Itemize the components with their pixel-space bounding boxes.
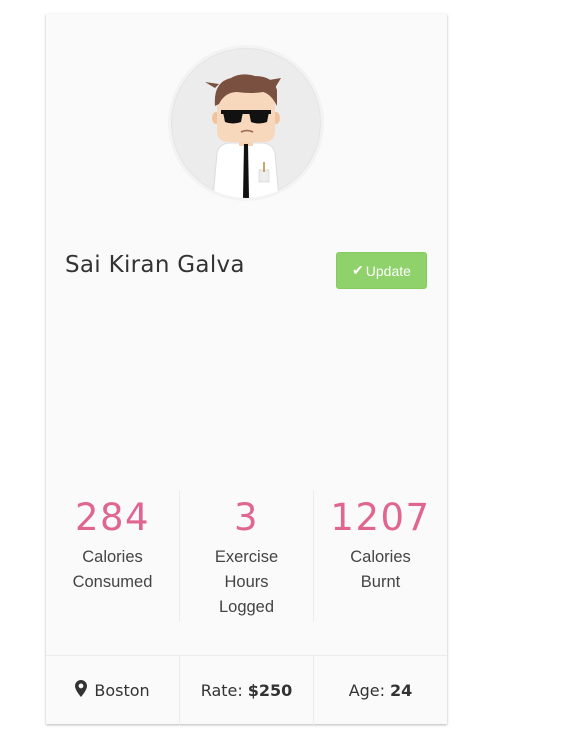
stat-calories-consumed: 284 Calories Consumed: [46, 490, 179, 622]
age-label: Age:: [348, 681, 386, 700]
rate-value: $250: [247, 681, 293, 700]
profile-card: Sai Kiran Galva ✔ Update 284 Calories Co…: [46, 14, 447, 725]
stat-label: Calories Consumed: [46, 545, 179, 595]
stat-label-line: Consumed: [72, 573, 153, 591]
age-cell: Age: 24: [313, 656, 447, 725]
stat-calories-burnt: 1207 Calories Burnt: [313, 490, 447, 622]
profile-footer: Boston Rate: $250 Age: 24: [46, 655, 447, 725]
stat-label: Exercise Hours Logged: [180, 545, 313, 620]
location-text: Boston: [94, 681, 150, 700]
profile-name: Sai Kiran Galva: [65, 252, 245, 278]
rate-label: Rate:: [200, 681, 243, 700]
cartoon-avatar-icon: [205, 74, 281, 198]
stat-label-line: Exercise: [214, 548, 279, 566]
map-marker-icon: [75, 680, 88, 701]
stat-label-line: Calories: [350, 548, 411, 566]
stat-exercise-hours: 3 Exercise Hours Logged: [179, 490, 313, 622]
location-cell: Boston: [46, 656, 179, 725]
stat-label-line: Calories: [82, 548, 143, 566]
stat-value: 284: [74, 496, 151, 539]
stat-label-line: Hours: [224, 573, 269, 591]
update-button[interactable]: ✔ Update: [336, 252, 427, 289]
check-icon: ✔: [352, 262, 364, 278]
rate-cell: Rate: $250: [179, 656, 313, 725]
update-button-label: Update: [365, 262, 411, 279]
stat-value: 1207: [330, 496, 431, 539]
age-value: 24: [390, 681, 413, 700]
avatar: [168, 45, 324, 201]
stat-label: Calories Burnt: [314, 545, 447, 595]
stat-label-line: Burnt: [360, 573, 401, 591]
stat-label-line: Logged: [218, 598, 275, 616]
stat-value: 3: [233, 496, 260, 539]
stats-row: 284 Calories Consumed 3 Exercise Hours L…: [46, 490, 447, 622]
